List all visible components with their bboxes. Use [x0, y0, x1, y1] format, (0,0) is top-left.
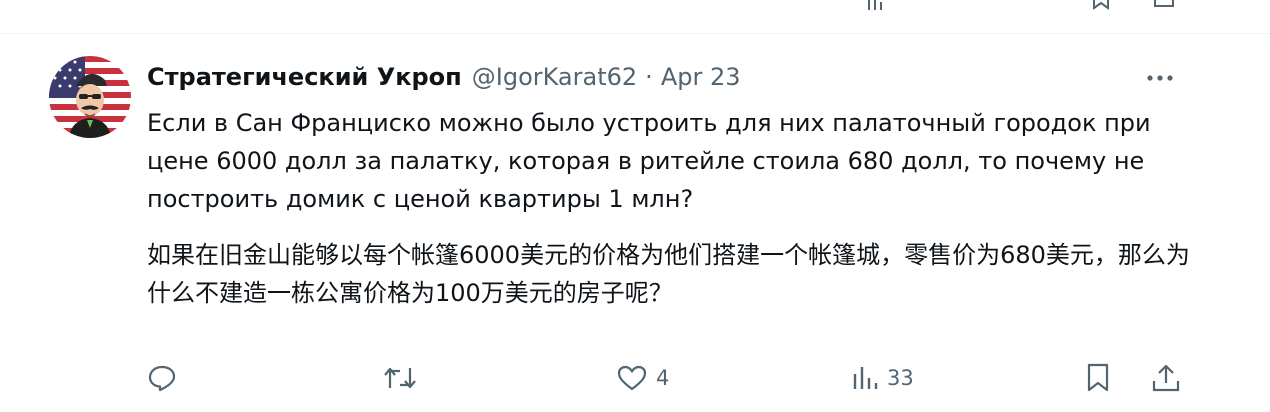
bookmark-icon[interactable]: [1090, 0, 1112, 10]
like-count: 4: [656, 366, 670, 390]
like-button[interactable]: 4: [616, 358, 669, 398]
avatar-image: [49, 56, 131, 138]
retweet-button[interactable]: [383, 358, 417, 398]
heart-icon: [617, 365, 647, 391]
share-button[interactable]: [1151, 358, 1181, 398]
views-count: 33: [887, 366, 914, 390]
reply-button[interactable]: [147, 358, 177, 398]
more-dots-icon: [1147, 75, 1173, 81]
author-handle[interactable]: @IgorKarat62: [472, 62, 637, 92]
tweet[interactable]: Стратегический Укроп @IgorKarat62 · Apr …: [0, 34, 1270, 412]
retweet-icon: [384, 367, 416, 389]
bookmark-button[interactable]: [1085, 358, 1111, 398]
views-button[interactable]: 33: [851, 358, 914, 398]
bookmark-icon: [1087, 363, 1109, 392]
tweet-action-bar: 4 33: [147, 358, 1187, 398]
tweet-header: Стратегический Укроп @IgorKarat62 · Apr …: [147, 62, 741, 92]
tweet-translation-text: 如果在旧金山能够以每个帐篷6000美元的价格为他们搭建一个帐篷城，零售价为680…: [147, 241, 1190, 307]
tweet-timestamp[interactable]: Apr 23: [661, 62, 741, 92]
share-icon[interactable]: [1152, 0, 1176, 10]
more-options-button[interactable]: [1140, 66, 1180, 90]
tweet-text: Если в Сан Франциско можно было устроить…: [147, 109, 1151, 213]
reply-icon: [148, 365, 176, 392]
avatar[interactable]: [49, 56, 131, 138]
header-separator: ·: [645, 63, 653, 91]
views-icon[interactable]: [866, 0, 888, 10]
previous-tweet-actions: [0, 0, 1270, 30]
share-icon: [1152, 364, 1180, 392]
views-icon: [853, 367, 878, 389]
author-display-name[interactable]: Стратегический Укроп: [147, 62, 462, 92]
